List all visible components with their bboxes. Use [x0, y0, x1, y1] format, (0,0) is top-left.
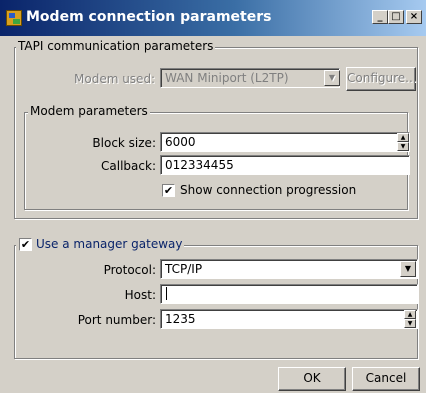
maximize-button[interactable]: □ [388, 10, 404, 24]
window-title: Modem connection parameters [26, 9, 272, 25]
protocol-dropdown-icon[interactable]: ▼ [400, 261, 416, 277]
block-size-value: 6000 [165, 135, 196, 149]
host-input[interactable] [160, 284, 418, 304]
modem-params-legend: Modem parameters [28, 104, 150, 118]
app-icon [6, 10, 22, 26]
port-number-label: Port number: [77, 313, 156, 327]
title-bar[interactable]: Modem connection parameters _ □ × [0, 0, 426, 36]
modem-used-value: WAN Miniport (L2TP) [165, 71, 289, 85]
block-size-spinner[interactable]: ▲ ▼ [397, 133, 409, 151]
tapi-legend: TAPI communication parameters [16, 39, 216, 53]
callback-value: 012334455 [165, 158, 234, 172]
spin-down-icon[interactable]: ▼ [397, 142, 409, 151]
host-label: Host: [124, 288, 156, 302]
gateway-legend[interactable]: Use a manager gateway [16, 237, 185, 251]
text-caret [166, 287, 167, 300]
minimize-button[interactable]: _ [372, 10, 388, 24]
protocol-label: Protocol: [103, 263, 156, 277]
modem-dropdown-icon: ▼ [324, 70, 340, 86]
gateway-checkbox[interactable]: ✔ [19, 238, 32, 251]
configure-button: Configure... [346, 67, 417, 91]
callback-input[interactable]: 012334455 [160, 155, 410, 175]
spin-up-icon[interactable]: ▲ [404, 310, 416, 319]
show-progression-label[interactable]: Show connection progression [180, 183, 356, 197]
cancel-button[interactable]: Cancel [352, 367, 420, 391]
spin-up-icon[interactable]: ▲ [397, 133, 409, 142]
close-button[interactable]: × [406, 10, 422, 24]
port-number-input[interactable]: 1235 [160, 309, 418, 329]
ok-button[interactable]: OK [278, 367, 346, 391]
port-number-spinner[interactable]: ▲ ▼ [404, 310, 416, 328]
spin-down-icon[interactable]: ▼ [404, 319, 416, 328]
show-progression-checkbox[interactable]: ✔ [162, 184, 175, 197]
block-size-input[interactable]: 6000 [160, 132, 410, 152]
modem-used-label: Modem used: [74, 72, 156, 86]
port-number-value: 1235 [165, 312, 196, 326]
protocol-value: TCP/IP [165, 262, 203, 276]
protocol-select[interactable]: TCP/IP [160, 259, 418, 279]
callback-label: Callback: [101, 159, 156, 173]
block-size-label: Block size: [92, 136, 156, 150]
modem-used-select: WAN Miniport (L2TP) [160, 68, 340, 88]
